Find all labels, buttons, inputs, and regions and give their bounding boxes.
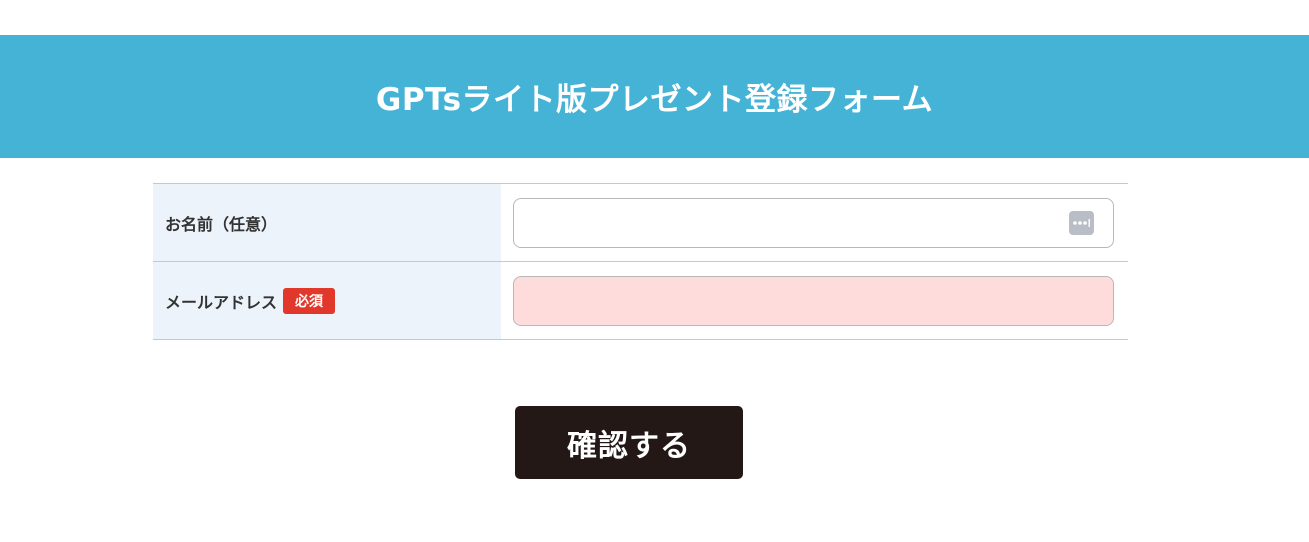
email-row: メールアドレス 必須	[153, 262, 1128, 340]
form-header: GPTsライト版プレゼント登録フォーム	[0, 35, 1309, 158]
email-field[interactable]	[513, 275, 1114, 326]
required-badge: 必須	[283, 287, 336, 314]
name-input[interactable]	[513, 197, 1114, 248]
name-input-cell	[501, 184, 1128, 261]
page-title: GPTsライト版プレゼント登録フォーム	[375, 82, 934, 118]
name-label: お名前（任意）	[165, 214, 278, 234]
confirm-button[interactable]: 確認する	[515, 406, 743, 479]
email-label-cell: メールアドレス 必須	[153, 262, 501, 339]
email-input-cell	[501, 262, 1128, 339]
dots-icon	[1073, 218, 1090, 227]
name-row: お名前（任意）	[153, 184, 1128, 262]
registration-form: お名前（任意） メールアドレス 必須	[153, 183, 1128, 340]
name-label-cell: お名前（任意）	[153, 184, 501, 261]
autofill-key-icon[interactable]	[1069, 210, 1094, 235]
name-input-wrap	[513, 197, 1114, 248]
email-label: メールアドレス	[165, 292, 278, 312]
